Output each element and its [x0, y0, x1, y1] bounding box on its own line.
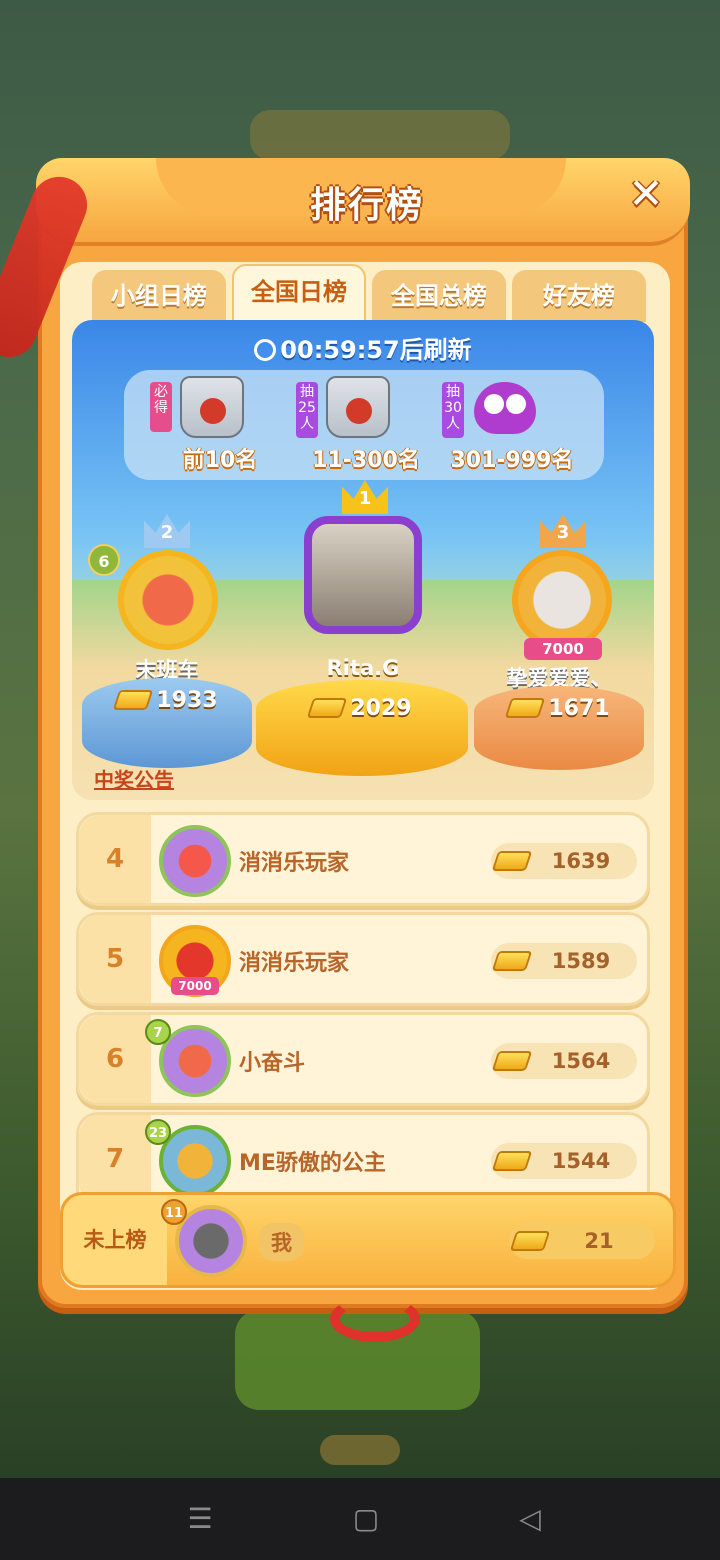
level-badge: 6 [88, 544, 120, 576]
avatar [304, 516, 422, 634]
gold-bar-icon [509, 1231, 551, 1251]
tab-bar: 小组日榜 全国日榜 全国总榜 好友榜 [92, 264, 646, 322]
gold-bar-icon [307, 698, 348, 718]
avatar [118, 550, 218, 650]
ribbon-knot-decoration [330, 1296, 420, 1342]
background-coin [320, 1435, 400, 1465]
refresh-timer: 00:59:57后刷新 [72, 330, 654, 365]
gift-bag-icon [326, 376, 390, 438]
gold-bar-icon [505, 698, 546, 718]
gold-bar-icon [113, 690, 154, 710]
my-rank-row[interactable]: 未上榜 11 我 21 [60, 1192, 676, 1288]
gold-bar-icon [491, 851, 533, 871]
back-icon[interactable]: ◁ [500, 1498, 560, 1540]
panel-title: 排行榜 [309, 185, 424, 226]
home-icon[interactable]: ▢ [336, 1498, 396, 1540]
player-name: 我 [259, 1223, 304, 1261]
prize-banner: 必得 前10名 抽25人 11-300名 抽30人 301-999名 [124, 370, 604, 480]
podium-third[interactable]: 3 7000 挚爱爱爱、 1671 [472, 510, 654, 770]
podium-area: 00:59:57后刷新 必得 前10名 抽25人 11-300名 抽30人 30… [72, 320, 654, 800]
leaderboard-panel: 排行榜 ✕ 小组日榜 全国日榜 全国总榜 好友榜 00:59:57后刷新 必得 … [0, 158, 690, 1342]
timer-value: 00:59:57 [280, 336, 400, 364]
list-item[interactable]: 7 23 ME骄傲的公主 1544 [76, 1112, 650, 1203]
crown-icon: 2 [144, 514, 190, 548]
prize-label: 前10名 [182, 448, 258, 473]
prize-top10[interactable]: 必得 前10名 [150, 376, 290, 476]
close-icon[interactable]: ✕ [624, 172, 668, 216]
prize-badge: 抽30人 [442, 382, 464, 438]
player-score: 1933 [82, 688, 252, 713]
player-name: Rita.G [326, 656, 400, 680]
player-score: 1564 [491, 1043, 637, 1079]
rank-number: 4 [79, 815, 151, 903]
list-item[interactable]: 4 消消乐玩家 1639 [76, 812, 650, 906]
prize-label: 301-999名 [450, 448, 574, 473]
tab-national-total[interactable]: 全国总榜 [372, 270, 506, 322]
player-score: 2029 [276, 696, 446, 721]
podium-base [256, 680, 468, 776]
level-badge: 7 [145, 1019, 171, 1045]
player-score: 21 [509, 1223, 655, 1259]
menu-icon[interactable]: ☰ [170, 1498, 230, 1540]
podium-first[interactable]: 1 Rita.G 2029 [256, 480, 472, 776]
gift-bag-icon [180, 376, 244, 438]
player-name: ME骄傲的公主 [239, 1151, 386, 1176]
rank-number: 6 [79, 1015, 151, 1103]
gold-bar-icon [491, 1151, 533, 1171]
system-nav-bar: ☰ ▢ ◁ [0, 1478, 720, 1560]
timer-suffix: 后刷新 [399, 336, 472, 364]
tab-national-daily[interactable]: 全国日榜 [232, 264, 366, 322]
winner-announcement-link[interactable]: 中奖公告 [94, 764, 174, 793]
player-score: 1639 [491, 843, 637, 879]
player-score: 1589 [491, 943, 637, 979]
player-score: 1544 [491, 1143, 637, 1179]
level-badge: 23 [145, 1119, 171, 1145]
prize-301-999[interactable]: 抽30人 301-999名 [442, 376, 582, 476]
clock-icon [254, 339, 277, 361]
tab-group-daily[interactable]: 小组日榜 [92, 270, 226, 322]
prize-11-300[interactable]: 抽25人 11-300名 [296, 376, 436, 476]
prize-badge: 抽25人 [296, 382, 318, 438]
player-score: 1671 [474, 696, 644, 721]
player-name: 小奋斗 [239, 1051, 306, 1076]
rank-number: 7 [79, 1115, 151, 1203]
rank-number: 5 [79, 915, 151, 1003]
player-name: 消消乐玩家 [239, 851, 350, 876]
tab-friends[interactable]: 好友榜 [512, 270, 646, 322]
frame-label: 7000 [171, 977, 219, 995]
owl-plush-icon [474, 382, 536, 434]
frame-label: 7000 [524, 638, 602, 660]
gold-bar-icon [491, 1051, 533, 1071]
crown-icon: 3 [540, 514, 586, 548]
gold-bar-icon [491, 951, 533, 971]
level-badge: 11 [161, 1199, 187, 1225]
podium-second[interactable]: 2 6 末班车 1933 [72, 510, 272, 770]
background-banner [250, 110, 510, 160]
my-rank-label: 未上榜 [63, 1195, 167, 1285]
avatar [159, 825, 231, 897]
avatar [512, 550, 612, 650]
list-item[interactable]: 5 7000 消消乐玩家 1589 [76, 912, 650, 1006]
player-name: 消消乐玩家 [239, 951, 350, 976]
prize-label: 11-300名 [312, 448, 420, 473]
list-item[interactable]: 6 7 小奋斗 1564 [76, 1012, 650, 1106]
crown-icon: 1 [342, 480, 388, 514]
prize-badge: 必得 [150, 382, 172, 432]
